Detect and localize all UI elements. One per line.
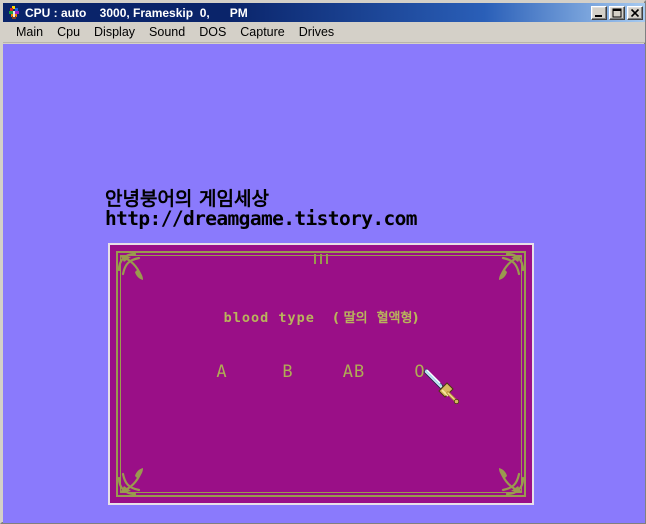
- menu-item-cpu[interactable]: Cpu: [50, 23, 87, 42]
- watermark-url: http://dreamgame.tistory.com: [105, 207, 418, 230]
- menu-item-dos[interactable]: DOS: [192, 23, 233, 42]
- close-button[interactable]: [627, 5, 643, 20]
- dosbox-window: CPU : auto 3000, Frameskip 0, PM Main Cp…: [0, 0, 646, 524]
- blood-type-prompt: blood type ( 딸의 혈액형): [110, 307, 532, 326]
- dos-canvas[interactable]: 안녕붕어의 게임세상 http://dreamgame.tistory.com: [3, 44, 645, 523]
- window-controls: [591, 5, 643, 20]
- menu-item-sound[interactable]: Sound: [142, 23, 192, 42]
- option-o[interactable]: O: [387, 362, 453, 382]
- blood-type-options: A B AB O: [110, 362, 532, 382]
- blog-watermark: 안녕붕어의 게임세상 http://dreamgame.tistory.com: [105, 188, 418, 230]
- top-center-ornament-icon: [310, 251, 332, 264]
- option-b[interactable]: B: [255, 362, 321, 382]
- menu-item-capture[interactable]: Capture: [233, 23, 291, 42]
- option-ab[interactable]: AB: [321, 362, 387, 382]
- minimize-button[interactable]: [591, 5, 607, 20]
- menu-bar: Main Cpu Display Sound DOS Capture Drive…: [3, 22, 645, 43]
- window-title: CPU : auto 3000, Frameskip 0, PM: [25, 5, 248, 20]
- title-bar[interactable]: CPU : auto 3000, Frameskip 0, PM: [3, 3, 645, 22]
- watermark-korean-title: 안녕붕어의 게임세상: [105, 188, 269, 210]
- dosbox-icon: [6, 5, 22, 21]
- prompt-english: blood type: [223, 310, 315, 326]
- game-panel: blood type ( 딸의 혈액형) A B AB O: [108, 243, 534, 505]
- menu-item-drives[interactable]: Drives: [292, 23, 341, 42]
- menu-item-main[interactable]: Main: [9, 23, 50, 42]
- menu-item-display[interactable]: Display: [87, 23, 142, 42]
- maximize-button[interactable]: [609, 5, 625, 20]
- prompt-korean: ( 딸의 혈액형): [333, 311, 419, 326]
- option-a[interactable]: A: [189, 362, 255, 382]
